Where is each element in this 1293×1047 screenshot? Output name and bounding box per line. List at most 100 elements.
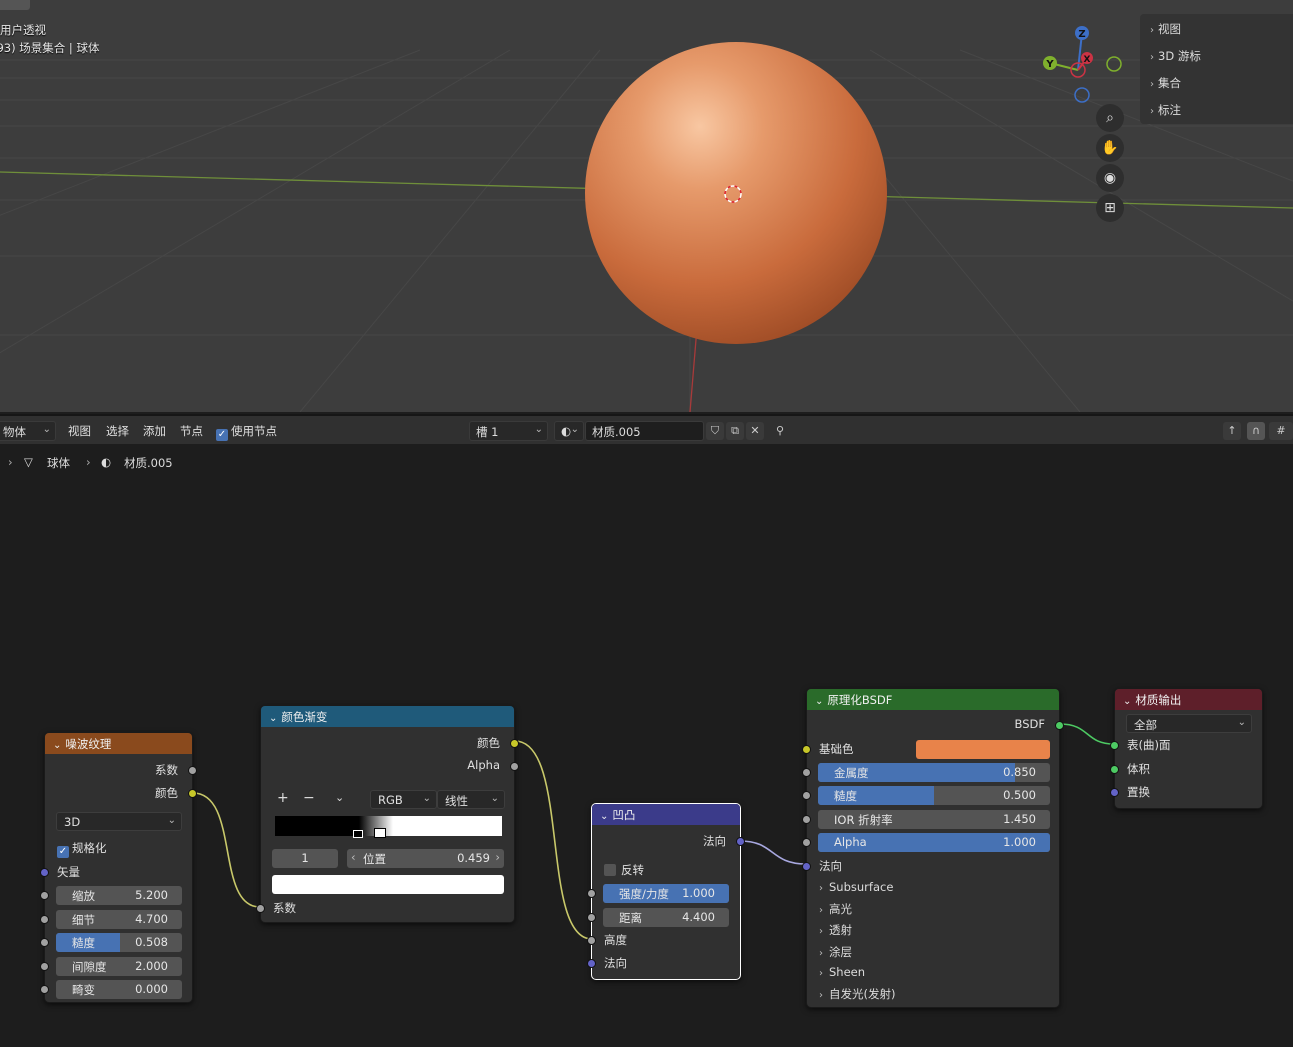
output-socket[interactable] xyxy=(188,766,197,775)
input-socket[interactable] xyxy=(802,791,811,800)
detail-field[interactable]: 细节 4.700 xyxy=(56,910,182,929)
metallic-field[interactable]: 金属度 0.850 xyxy=(818,763,1050,782)
output-socket[interactable] xyxy=(510,739,519,748)
noise-texture-node[interactable]: ⌄ 噪波纹理 系数 颜色 3D ⌄ ✓ 规格化 矢量 缩放 5.200 细节 4.700 … xyxy=(40,732,197,1003)
slot-dropdown[interactable]: 槽 1 ⌄ xyxy=(469,421,548,441)
distance-field[interactable]: 距离 4.400 xyxy=(603,908,729,927)
output-socket[interactable] xyxy=(510,762,519,771)
stop-index-field[interactable]: 1 xyxy=(272,849,338,868)
3d-cursor-icon[interactable] xyxy=(718,180,748,210)
dimension-dropdown[interactable]: 3D ⌄ xyxy=(56,812,182,831)
chevron-down-icon[interactable]: ⌄ xyxy=(53,740,61,751)
chevron-down-icon[interactable]: ⌄ xyxy=(600,811,608,822)
chevron-down-icon[interactable]: ⌄ xyxy=(815,696,823,707)
view-mode-icon[interactable] xyxy=(0,0,30,10)
fake-user-shield-icon[interactable]: ⛉ xyxy=(706,422,724,440)
ior-field[interactable]: IOR 折射率 1.450 xyxy=(818,810,1050,829)
ramp-stop-black[interactable] xyxy=(353,830,363,838)
panel-coat[interactable]: › 涂层 xyxy=(819,944,852,960)
target-dropdown[interactable]: 全部 ⌄ xyxy=(1126,714,1252,733)
axis-gizmo[interactable]: Z Y X xyxy=(1036,20,1128,110)
menu-select[interactable]: 选择 xyxy=(106,423,129,439)
chevron-right-icon[interactable]: › xyxy=(495,850,500,864)
camera-icon[interactable]: ◉ xyxy=(1096,164,1124,192)
panel-subsurface[interactable]: › Subsurface xyxy=(819,880,893,894)
menu-view[interactable]: 视图 xyxy=(68,423,91,439)
input-socket[interactable] xyxy=(40,868,49,877)
checkbox-icon[interactable]: ✓ xyxy=(57,846,69,858)
output-socket[interactable] xyxy=(188,789,197,798)
input-socket[interactable] xyxy=(40,962,49,971)
distortion-field[interactable]: 畸变 0.000 xyxy=(56,980,182,999)
panel-transmission[interactable]: › 透射 xyxy=(819,922,852,938)
principled-bsdf-node[interactable]: ⌄ 原理化BSDF BSDF 基础色 金属度 0.850 糙度 0.500 IOR 折… xyxy=(802,688,1064,1008)
input-socket[interactable] xyxy=(802,745,811,754)
panel-specular[interactable]: › 高光 xyxy=(819,901,852,917)
roughness-field[interactable]: 糙度 0.508 xyxy=(56,933,182,952)
input-socket[interactable] xyxy=(802,862,811,871)
input-socket[interactable] xyxy=(1110,741,1119,750)
input-socket[interactable] xyxy=(40,938,49,947)
input-socket[interactable] xyxy=(1110,765,1119,774)
chevron-down-icon[interactable]: ⌄ xyxy=(335,791,344,804)
strength-field[interactable]: 强度/力度 1.000 xyxy=(603,884,729,903)
sidebar-item-3d-cursor[interactable]: › 3D 游标 xyxy=(1150,48,1201,64)
color-ramp-bar[interactable] xyxy=(275,816,502,836)
material-output-node[interactable]: ⌄ 材质输出 全部 ⌄ 表(曲)面 体积 置换 xyxy=(1110,688,1263,809)
snap-icon[interactable]: ∩ xyxy=(1247,422,1265,440)
material-name-field[interactable]: 材质.005 xyxy=(585,421,704,441)
node-header[interactable]: ⌄ 凹凸 xyxy=(592,804,740,825)
duplicate-icon[interactable]: ⧉ xyxy=(726,422,744,440)
chevron-down-icon[interactable]: ⌄ xyxy=(269,713,277,724)
pin-icon[interactable]: ⚲ xyxy=(771,422,789,440)
node-header[interactable]: ⌄ 噪波纹理 xyxy=(45,733,192,754)
node-header[interactable]: ⌄ 原理化BSDF xyxy=(807,689,1059,710)
parent-node-tree-icon[interactable]: ↑ xyxy=(1223,422,1241,440)
invert-checkbox[interactable]: 反转 xyxy=(592,862,740,880)
menu-add[interactable]: 添加 xyxy=(143,423,166,439)
position-field[interactable]: ‹ 位置 0.459 › xyxy=(347,849,504,868)
remove-stop-button[interactable]: − xyxy=(303,790,315,806)
input-socket[interactable] xyxy=(587,936,596,945)
scale-field[interactable]: 缩放 5.200 xyxy=(56,886,182,905)
menu-node[interactable]: 节点 xyxy=(180,423,203,439)
zoom-icon[interactable]: ⌕ xyxy=(1096,104,1124,132)
sidebar-item-annotations[interactable]: › 标注 xyxy=(1150,102,1181,118)
input-socket[interactable] xyxy=(40,915,49,924)
color-ramp-node[interactable]: ⌄ 颜色渐变 颜色 Alpha + − ⌄ RGB ⌄ 线性 ⌄ 1 ‹ 位置 0.459… xyxy=(256,705,519,923)
sidebar-item-collections[interactable]: › 集合 xyxy=(1150,75,1181,91)
stop-color-swatch[interactable] xyxy=(272,875,504,894)
hand-icon[interactable]: ✋ xyxy=(1096,134,1124,162)
input-socket[interactable] xyxy=(802,838,811,847)
chevron-down-icon[interactable]: ⌄ xyxy=(1123,696,1131,707)
grid-icon[interactable]: ⊞ xyxy=(1096,194,1124,222)
panel-emission[interactable]: › 自发光(发射) xyxy=(819,986,895,1002)
base-color-swatch[interactable] xyxy=(916,740,1050,759)
3d-viewport[interactable]: 用户透视 (93) 场景集合 | 球体 Z Y X ⌕ ✋ ◉ ⊞ › 视图 › 3… xyxy=(0,0,1293,412)
interpolation-dropdown[interactable]: 线性 ⌄ xyxy=(437,790,505,809)
input-socket[interactable] xyxy=(256,904,265,913)
node-header[interactable]: ⌄ 材质输出 xyxy=(1115,689,1262,710)
input-socket[interactable] xyxy=(587,889,596,898)
roughness-field[interactable]: 糙度 0.500 xyxy=(818,786,1050,805)
output-socket[interactable] xyxy=(1055,721,1064,730)
add-stop-button[interactable]: + xyxy=(277,790,289,806)
chevron-left-icon[interactable]: ‹ xyxy=(351,850,356,864)
sidebar-item-view[interactable]: › 视图 xyxy=(1150,21,1181,37)
lacunarity-field[interactable]: 间隙度 2.000 xyxy=(56,957,182,976)
input-socket[interactable] xyxy=(40,891,49,900)
input-socket[interactable] xyxy=(40,985,49,994)
alpha-field[interactable]: Alpha 1.000 xyxy=(818,833,1050,852)
input-socket[interactable] xyxy=(802,768,811,777)
checkbox-icon[interactable] xyxy=(604,864,616,876)
input-socket[interactable] xyxy=(587,913,596,922)
output-socket[interactable] xyxy=(736,837,745,846)
ramp-stop-white[interactable] xyxy=(374,828,386,838)
use-nodes-toggle[interactable]: ✓ 使用节点 xyxy=(216,423,277,441)
snap-grid-icon[interactable]: # xyxy=(1269,422,1293,440)
material-browse-button[interactable]: ◐ ⌄ xyxy=(554,421,584,441)
editor-type-dropdown[interactable]: 物体 ⌄ xyxy=(0,421,56,441)
panel-sheen[interactable]: › Sheen xyxy=(819,965,865,979)
close-icon[interactable]: ✕ xyxy=(746,422,764,440)
normalize-checkbox[interactable]: ✓ 规格化 xyxy=(45,840,192,858)
